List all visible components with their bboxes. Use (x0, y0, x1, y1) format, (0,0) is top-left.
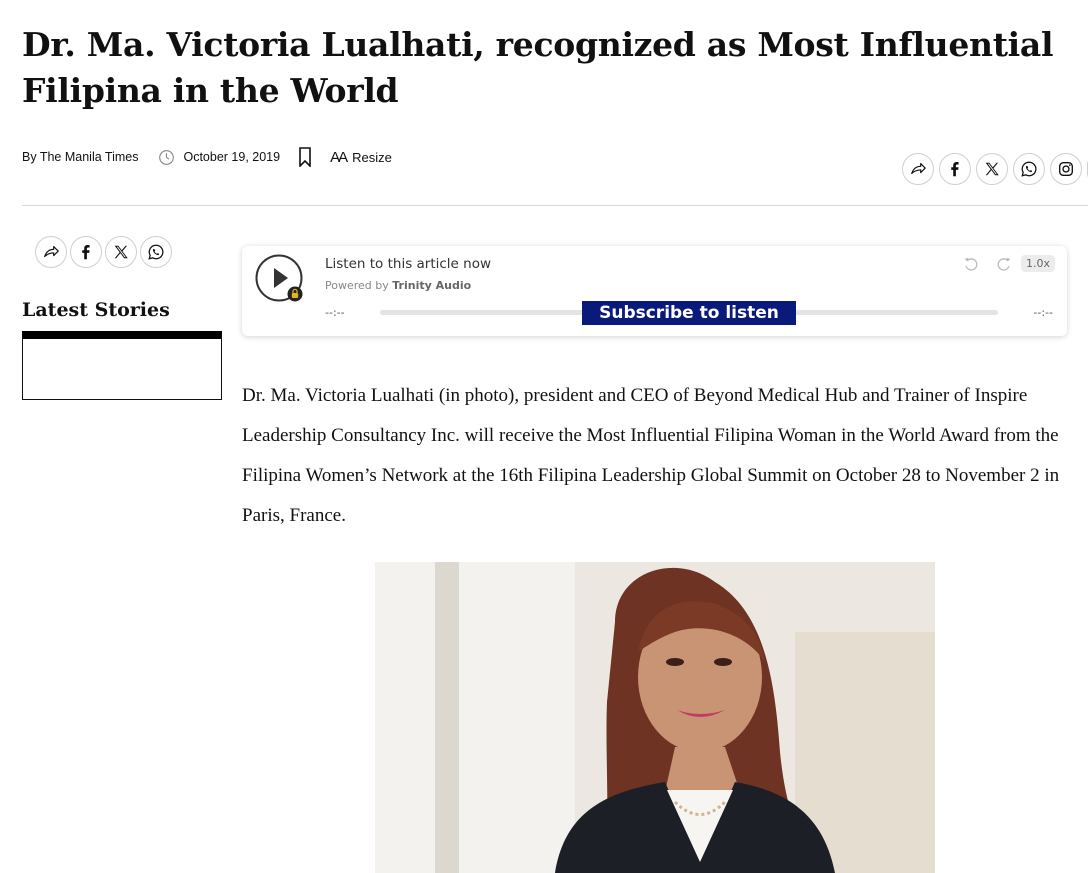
article-headline: Dr. Ma. Victoria Lualhati, recognized as… (22, 25, 1054, 110)
share-icon[interactable] (35, 236, 67, 268)
facebook-icon[interactable] (70, 236, 102, 268)
byline[interactable]: By The Manila Times (22, 150, 138, 164)
share-bar-side (35, 236, 172, 268)
play-icon[interactable] (255, 254, 305, 304)
latest-stories-box (22, 331, 222, 400)
powered-prefix: Powered by (325, 279, 389, 292)
article-photo (375, 562, 935, 873)
header-divider (22, 205, 1088, 206)
clock-icon (159, 149, 175, 165)
whatsapp-icon[interactable] (140, 236, 172, 268)
x-icon[interactable] (976, 153, 1008, 185)
forward-icon[interactable] (996, 256, 1012, 272)
rewind-icon[interactable] (963, 256, 979, 272)
share-icon[interactable] (902, 153, 934, 185)
article-meta: By The Manila Times October 19, 2019 AA … (22, 145, 392, 169)
powered-brand[interactable]: Trinity Audio (392, 279, 471, 292)
resize-icon[interactable]: AA (330, 149, 348, 166)
subscribe-button[interactable]: Subscribe to listen (582, 301, 796, 325)
whatsapp-icon[interactable] (1013, 153, 1045, 185)
share-bar-top (902, 153, 1088, 185)
bookmark-icon[interactable] (298, 147, 312, 167)
listen-label: Listen to this article now (325, 256, 492, 272)
speed-selector[interactable]: 1.0x (1020, 255, 1055, 272)
publish-date: October 19, 2019 (183, 150, 281, 164)
facebook-icon[interactable] (939, 153, 971, 185)
x-icon[interactable] (105, 236, 137, 268)
time-elapsed: --:-- (325, 306, 345, 319)
resize-button[interactable]: Resize (352, 150, 392, 165)
powered-by: Powered by Trinity Audio (325, 279, 471, 292)
audio-player: Listen to this article now Powered by Tr… (242, 246, 1067, 336)
instagram-icon[interactable] (1050, 153, 1082, 185)
latest-stories-heading: Latest Stories (22, 299, 170, 321)
time-total: --:-- (1033, 306, 1053, 319)
article-body: Dr. Ma. Victoria Lualhati (in photo), pr… (242, 385, 1060, 526)
